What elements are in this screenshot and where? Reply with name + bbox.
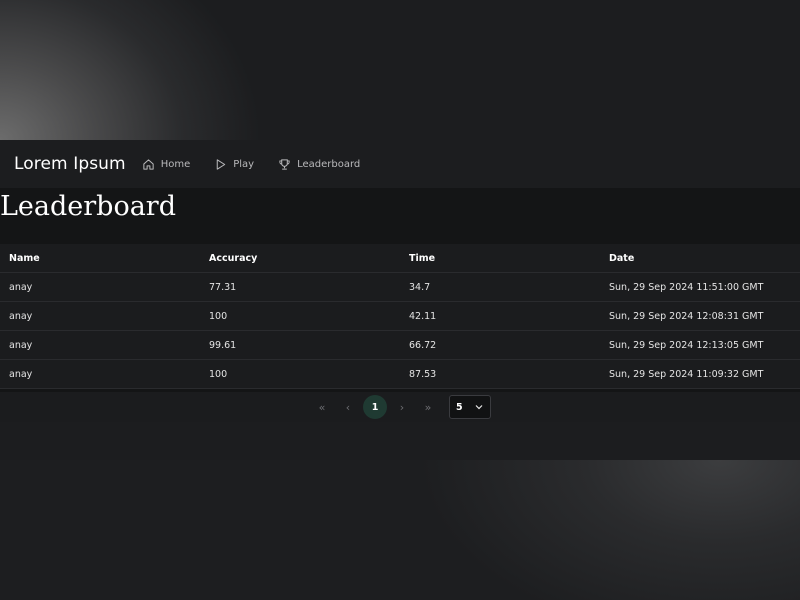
background-top (0, 0, 800, 140)
cell-date: Sun, 29 Sep 2024 12:13:05 GMT (600, 330, 800, 360)
navbar: Lorem Ipsum Home Play Leaderboard (0, 140, 800, 188)
nav-play[interactable]: Play (214, 158, 254, 171)
cell-time: 66.72 (400, 330, 600, 360)
leaderboard-table: Name Accuracy Time Date anay 77.31 34.7 … (0, 244, 800, 389)
background-bottom (0, 460, 800, 600)
next-page-button[interactable]: › (391, 396, 413, 418)
nav-home[interactable]: Home (142, 158, 191, 171)
table-row: anay 100 87.53 Sun, 29 Sep 2024 11:09:32… (0, 359, 800, 389)
page-size-select[interactable]: 5 (449, 395, 491, 419)
column-header-date[interactable]: Date (600, 244, 800, 273)
cell-accuracy: 99.61 (200, 330, 400, 360)
cell-date: Sun, 29 Sep 2024 11:09:32 GMT (600, 359, 800, 389)
nav-leaderboard-label: Leaderboard (297, 158, 361, 170)
nav-home-label: Home (160, 158, 191, 170)
column-header-name[interactable]: Name (0, 244, 200, 273)
cell-time: 87.53 (400, 359, 600, 389)
cell-time: 34.7 (400, 272, 600, 302)
first-page-button[interactable]: « (311, 396, 333, 418)
main-content: Leaderboard Name Accuracy Time Date anay… (0, 188, 800, 422)
page-title: Leaderboard (0, 191, 177, 222)
table-row: anay 77.31 34.7 Sun, 29 Sep 2024 11:51:0… (0, 272, 800, 302)
app-window: Lorem Ipsum Home Play Leaderboard Leader… (0, 140, 800, 460)
table-row: anay 99.61 66.72 Sun, 29 Sep 2024 12:13:… (0, 330, 800, 360)
pagination: « ‹ 1 › » 5 (0, 392, 800, 422)
cell-name: anay (0, 330, 200, 360)
play-icon (216, 158, 226, 170)
table-header-row: Name Accuracy Time Date (0, 244, 800, 273)
cell-name: anay (0, 301, 200, 331)
nav-leaderboard[interactable]: Leaderboard (278, 158, 360, 171)
cell-accuracy: 100 (200, 301, 400, 331)
footer (0, 422, 800, 460)
cell-accuracy: 100 (200, 359, 400, 389)
page-size-value: 5 (456, 401, 463, 413)
table-row: anay 100 42.11 Sun, 29 Sep 2024 12:08:31… (0, 301, 800, 331)
cell-date: Sun, 29 Sep 2024 12:08:31 GMT (600, 301, 800, 331)
home-icon (143, 158, 154, 170)
previous-page-button[interactable]: ‹ (337, 396, 359, 418)
cell-name: anay (0, 272, 200, 302)
cell-time: 42.11 (400, 301, 600, 331)
last-page-button[interactable]: » (417, 396, 439, 418)
brand-title[interactable]: Lorem Ipsum (14, 154, 126, 174)
cell-accuracy: 77.31 (200, 272, 400, 302)
trophy-icon (279, 158, 290, 170)
leaderboard-table-container: Name Accuracy Time Date anay 77.31 34.7 … (0, 244, 800, 389)
cell-date: Sun, 29 Sep 2024 11:51:00 GMT (600, 272, 800, 302)
column-header-accuracy[interactable]: Accuracy (200, 244, 400, 273)
chevron-down-icon (475, 405, 483, 410)
cell-name: anay (0, 359, 200, 389)
nav-play-label: Play (233, 158, 255, 170)
current-page-button[interactable]: 1 (363, 395, 387, 419)
column-header-time[interactable]: Time (400, 244, 600, 273)
